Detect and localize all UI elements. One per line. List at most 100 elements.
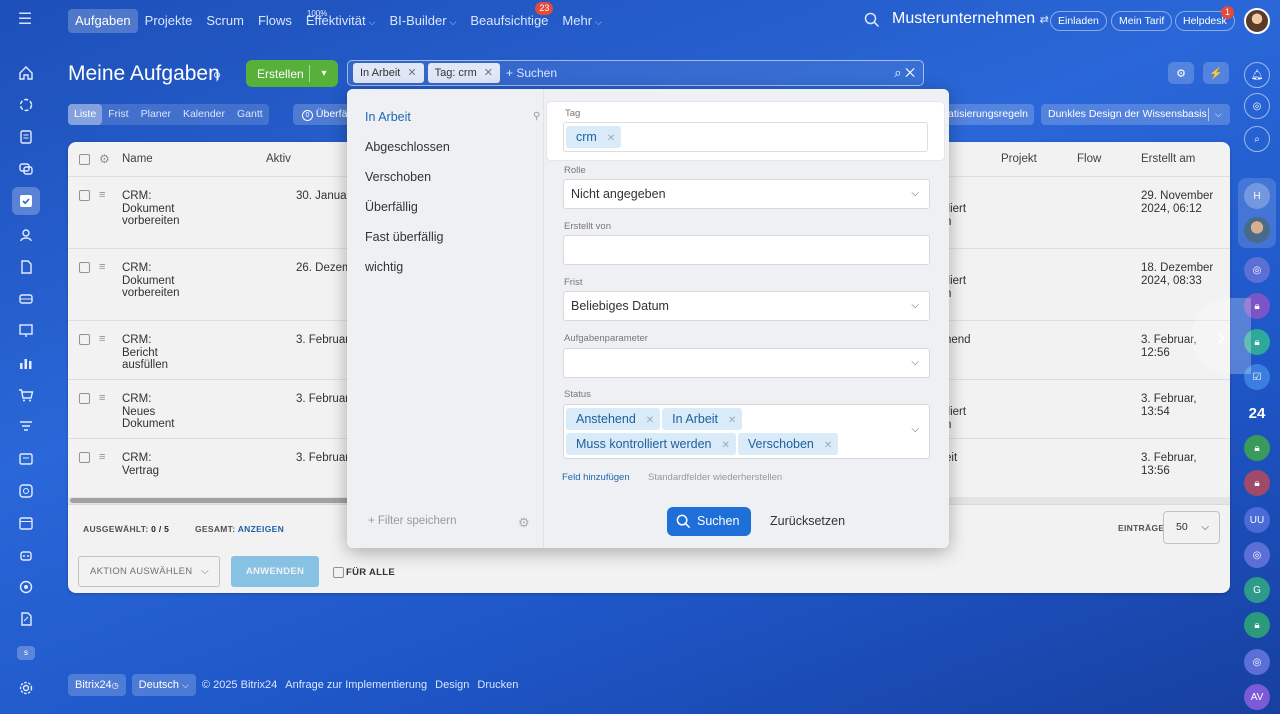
close-icon[interactable]: ✕	[905, 65, 915, 80]
close-icon[interactable]: ✕	[607, 133, 615, 144]
close-icon[interactable]: ✕	[721, 440, 729, 451]
bot-icon[interactable]	[15, 544, 37, 566]
tab-calendar[interactable]: Kalender	[177, 104, 231, 125]
lock-chat-icon[interactable]: 🔒︎	[1244, 470, 1270, 496]
target-icon[interactable]	[15, 576, 37, 598]
chevron-down-icon[interactable]: ▾	[310, 68, 338, 79]
chat-icon[interactable]	[15, 158, 37, 180]
home-icon[interactable]	[15, 62, 37, 84]
calendar-icon[interactable]	[15, 512, 37, 534]
documents-icon[interactable]	[15, 256, 37, 278]
chat-user-avatar[interactable]	[1244, 217, 1270, 243]
tariff-button[interactable]: Mein Tarif	[1111, 11, 1173, 31]
topnav-supervising[interactable]: Beaufsichtige 23	[463, 2, 555, 33]
tasks-doc-icon[interactable]	[15, 126, 37, 148]
tag-input[interactable]: crm ✕	[563, 122, 928, 152]
pin-icon[interactable]: ⚲	[213, 70, 221, 83]
crm-icon[interactable]	[15, 288, 37, 310]
preset-in-progress[interactable]: In Arbeit	[365, 110, 411, 124]
settings-icon[interactable]	[15, 677, 37, 699]
pin-icon[interactable]: ⚲	[533, 111, 540, 122]
automation-button[interactable]: ⚡	[1203, 62, 1229, 84]
topnav-projects[interactable]: Projekte	[138, 9, 200, 33]
params-select[interactable]: ⌵	[563, 348, 930, 378]
chat-av-avatar[interactable]: AV	[1244, 684, 1270, 710]
chat-h-avatar[interactable]: H	[1244, 183, 1270, 209]
close-icon[interactable]: ✕	[728, 415, 736, 426]
filter-search-bar[interactable]: In Arbeit ✕ Tag: crm ✕ + Suchen ⌕ ✕	[347, 60, 924, 86]
contacts-icon[interactable]	[15, 224, 37, 246]
close-icon[interactable]: ✕	[646, 415, 654, 426]
chat-uu-avatar[interactable]: UU	[1244, 507, 1270, 533]
menu-icon[interactable]: ☰	[16, 12, 34, 28]
preset-overdue[interactable]: Überfällig	[365, 200, 418, 214]
status-chip[interactable]: Muss kontrolliert werden ✕	[566, 433, 736, 455]
copilot-chat-icon[interactable]: ◎	[1244, 257, 1270, 283]
search-icon[interactable]: ⌕	[894, 65, 901, 80]
language-select[interactable]: Deutsch ⌵	[131, 674, 196, 696]
user-avatar[interactable]	[1244, 8, 1270, 34]
topnav-scrum[interactable]: Scrum	[199, 9, 251, 33]
created-by-field[interactable]	[563, 235, 930, 265]
copilot-chat-icon[interactable]: ◎	[1244, 649, 1270, 675]
topnav-bi-builder[interactable]: BI-Builder ⌵	[382, 9, 463, 33]
lock-chat-icon[interactable]: 🔒︎	[1244, 435, 1270, 461]
terminal-icon[interactable]	[15, 448, 37, 470]
topnav-more[interactable]: Mehr ⌵	[555, 9, 608, 33]
role-select[interactable]: Nicht angegeben ⌵	[563, 179, 930, 209]
brand-button[interactable]: Bitrix24◷	[68, 674, 126, 696]
bell-icon[interactable]: 🔔︎	[1244, 62, 1270, 88]
search-chat-icon[interactable]: ⌕	[1244, 126, 1270, 152]
preset-postponed[interactable]: Verschoben	[365, 170, 431, 184]
status-chip[interactable]: Verschoben ✕	[737, 433, 839, 455]
chat-g-avatar[interactable]: G	[1244, 577, 1270, 603]
topnav-effectivity[interactable]: 100% Effektivität ⌵	[299, 9, 383, 33]
copilot-chat-icon[interactable]: ◎	[1244, 542, 1270, 568]
restore-fields-link[interactable]: Standardfelder wiederherstellen	[648, 472, 782, 483]
tab-planner[interactable]: Planer	[135, 104, 177, 125]
filter-chip-status[interactable]: In Arbeit ✕	[353, 63, 424, 83]
chevron-down-icon[interactable]: ⌵	[1215, 104, 1222, 125]
preset-completed[interactable]: Abgeschlossen	[365, 140, 450, 154]
add-field-link[interactable]: Feld hinzufügen	[562, 472, 630, 483]
search-input[interactable]: + Suchen	[506, 66, 557, 80]
overdue-filter-chip[interactable]: 0 Überfä	[293, 104, 353, 125]
search-icon[interactable]	[864, 12, 880, 28]
automation-rules-button[interactable]: atisierungsregeln	[936, 104, 1034, 125]
tab-gantt[interactable]: Gantt	[231, 104, 269, 125]
save-filter-button[interactable]: + Filter speichern	[368, 515, 457, 527]
company-name[interactable]: Musterunternehmen ⇄	[892, 10, 1049, 28]
topnav-flows[interactable]: Flows	[251, 9, 299, 33]
lock-chat-icon[interactable]: 🔒︎	[1244, 612, 1270, 638]
status-multiselect[interactable]: Anstehend ✕ In Arbeit ✕ Muss kontrolliert w…	[563, 404, 930, 459]
invite-button[interactable]: Einladen	[1050, 11, 1107, 31]
footer-link-print[interactable]: Drucken	[477, 679, 518, 691]
preset-almost-overdue[interactable]: Fast überfällig	[365, 230, 444, 244]
preset-important[interactable]: wichtig	[365, 260, 403, 274]
close-icon[interactable]: ✕	[407, 67, 416, 79]
close-icon[interactable]: ✕	[824, 440, 832, 451]
dark-theme-button[interactable]: Dunkles Design der Wissensbasis ⌵	[1041, 104, 1230, 125]
feed-icon[interactable]	[15, 94, 37, 116]
settings-button[interactable]: ⚙	[1168, 62, 1194, 84]
sign-icon[interactable]	[15, 608, 37, 630]
analytics-icon[interactable]	[15, 352, 37, 374]
filter-chip-tag[interactable]: Tag: crm ✕	[427, 63, 500, 83]
calendar-counter[interactable]: 24	[1244, 400, 1270, 426]
tasks-check-icon[interactable]	[12, 187, 40, 215]
tab-list[interactable]: Liste	[68, 104, 103, 125]
search-button[interactable]: Suchen	[667, 507, 751, 536]
gear-icon[interactable]: ⚙	[518, 515, 530, 531]
s-icon[interactable]: s	[15, 642, 37, 664]
create-button[interactable]: Erstellen ▾	[246, 60, 338, 87]
topnav-tasks[interactable]: Aufgaben	[68, 9, 138, 33]
deadline-select[interactable]: Beliebiges Datum ⌵	[563, 291, 930, 321]
status-chip[interactable]: In Arbeit ✕	[662, 408, 743, 430]
copilot-icon[interactable]: ◎	[1244, 93, 1270, 119]
footer-link-implementation[interactable]: Anfrage zur Implementierung	[285, 679, 427, 691]
status-chip[interactable]: Anstehend ✕	[566, 408, 661, 430]
tag-chip[interactable]: crm ✕	[566, 126, 622, 148]
presentation-icon[interactable]	[15, 320, 37, 342]
close-icon[interactable]: ✕	[484, 67, 493, 79]
shop-icon[interactable]	[15, 384, 37, 406]
